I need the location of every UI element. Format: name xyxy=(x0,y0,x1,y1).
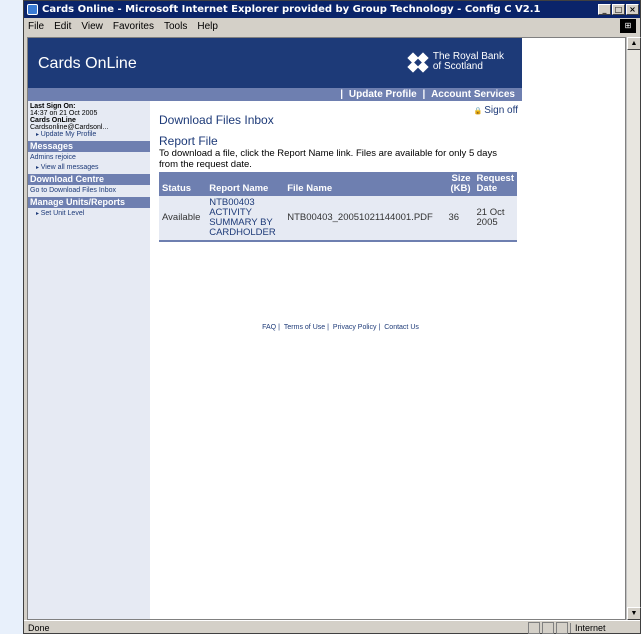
sidebar: Last Sign On: 14:37 on 21 Oct 2005 Cards… xyxy=(28,101,150,619)
app-name: Cards OnLine xyxy=(38,55,137,72)
download-centre-heading: Download Centre xyxy=(28,174,150,185)
minimize-button[interactable]: _ xyxy=(598,4,611,15)
col-report-name: Report Name xyxy=(206,172,285,196)
last-sign-on-label: Last Sign On: xyxy=(30,103,76,110)
nav-update-profile[interactable]: Update Profile xyxy=(346,89,420,100)
table-row: Available NTB00403 ACTIVITY SUMMARY BY C… xyxy=(159,196,517,240)
footer-links: FAQ | Terms of Use | Privacy Policy | Conta… xyxy=(262,324,419,331)
menu-file[interactable]: File xyxy=(28,21,44,32)
menu-bar: File Edit View Favorites Tools Help ⊞ xyxy=(24,18,640,35)
message-item[interactable]: Admins rejoice xyxy=(30,154,150,161)
close-button[interactable]: × xyxy=(626,4,639,15)
page-viewport: Cards OnLine The Royal Bank of Scotland … xyxy=(27,37,626,620)
menu-tools[interactable]: Tools xyxy=(164,21,187,32)
maximize-button[interactable]: □ xyxy=(612,4,625,15)
footer-terms[interactable]: Terms of Use xyxy=(284,324,325,331)
footer-contact[interactable]: Contact Us xyxy=(384,324,419,331)
menu-edit[interactable]: Edit xyxy=(54,21,71,32)
sign-off-link[interactable]: Sign off xyxy=(474,105,518,116)
col-request-date: Request Date xyxy=(473,172,517,196)
menu-view[interactable]: View xyxy=(81,21,103,32)
footer-privacy[interactable]: Privacy Policy xyxy=(333,324,377,331)
status-bar: Done Internet xyxy=(24,620,640,634)
download-inbox-link[interactable]: Go to Download Files Inbox xyxy=(30,187,150,194)
window-title: Cards Online - Microsoft Internet Explor… xyxy=(42,4,541,15)
windows-logo-icon: ⊞ xyxy=(620,19,636,33)
cell-size: 36 xyxy=(445,196,474,240)
page-title: Download Files Inbox xyxy=(159,113,274,127)
top-nav: | Update Profile | Account Services xyxy=(28,88,522,101)
menu-help[interactable]: Help xyxy=(197,21,218,32)
report-name-link[interactable]: NTB00403 ACTIVITY SUMMARY BY CARDHOLDER xyxy=(206,196,285,240)
site-header: Cards OnLine The Royal Bank of Scotland xyxy=(28,38,522,88)
cell-request-date: 21 Oct 2005 xyxy=(473,196,517,240)
vertical-scrollbar[interactable]: ▲ ▼ xyxy=(626,37,641,620)
download-instructions: To download a file, click the Report Nam… xyxy=(159,148,497,170)
footer-faq[interactable]: FAQ xyxy=(262,324,276,331)
browser-window: Cards Online - Microsoft Internet Explor… xyxy=(23,0,641,634)
update-my-profile-link[interactable]: Update My Profile xyxy=(30,131,150,138)
zone-text: Internet xyxy=(570,622,640,633)
lock-icon xyxy=(556,621,568,634)
user-email: Cardsonline@Cardsonl... xyxy=(30,124,109,131)
bank-name-line2: of Scotland xyxy=(432,61,483,72)
scroll-up-icon[interactable]: ▲ xyxy=(627,37,641,50)
section-title: Report File xyxy=(159,134,218,148)
main-content: Sign off Download Files Inbox Report Fil… xyxy=(159,101,522,242)
title-bar: Cards Online - Microsoft Internet Explor… xyxy=(24,1,640,18)
cell-status: Available xyxy=(159,196,207,240)
scroll-down-icon[interactable]: ▼ xyxy=(627,607,641,620)
manage-units-heading: Manage Units/Reports xyxy=(28,197,150,208)
rbs-daisy-icon xyxy=(407,52,429,73)
view-all-messages-link[interactable]: View all messages xyxy=(30,164,150,171)
product-name: Cards OnLine xyxy=(30,117,76,124)
col-file-name: File Name xyxy=(284,172,446,196)
col-size: Size (KB) xyxy=(445,172,474,196)
set-unit-level-link[interactable]: Set Unit Level xyxy=(30,210,150,217)
files-table: Status Report Name File Name Size (KB) R… xyxy=(159,172,517,242)
cell-file-name: NTB00403_20051021144001.PDF xyxy=(284,196,446,240)
bank-logo[interactable]: The Royal Bank of Scotland xyxy=(407,52,504,73)
messages-heading: Messages xyxy=(28,141,150,152)
menu-favorites[interactable]: Favorites xyxy=(113,21,154,32)
status-text: Done xyxy=(28,622,50,633)
ie-logo-icon xyxy=(27,4,38,15)
last-sign-on-value: 14:37 on 21 Oct 2005 xyxy=(30,110,98,117)
nav-account-services[interactable]: Account Services xyxy=(428,89,518,100)
col-status: Status xyxy=(159,172,207,196)
